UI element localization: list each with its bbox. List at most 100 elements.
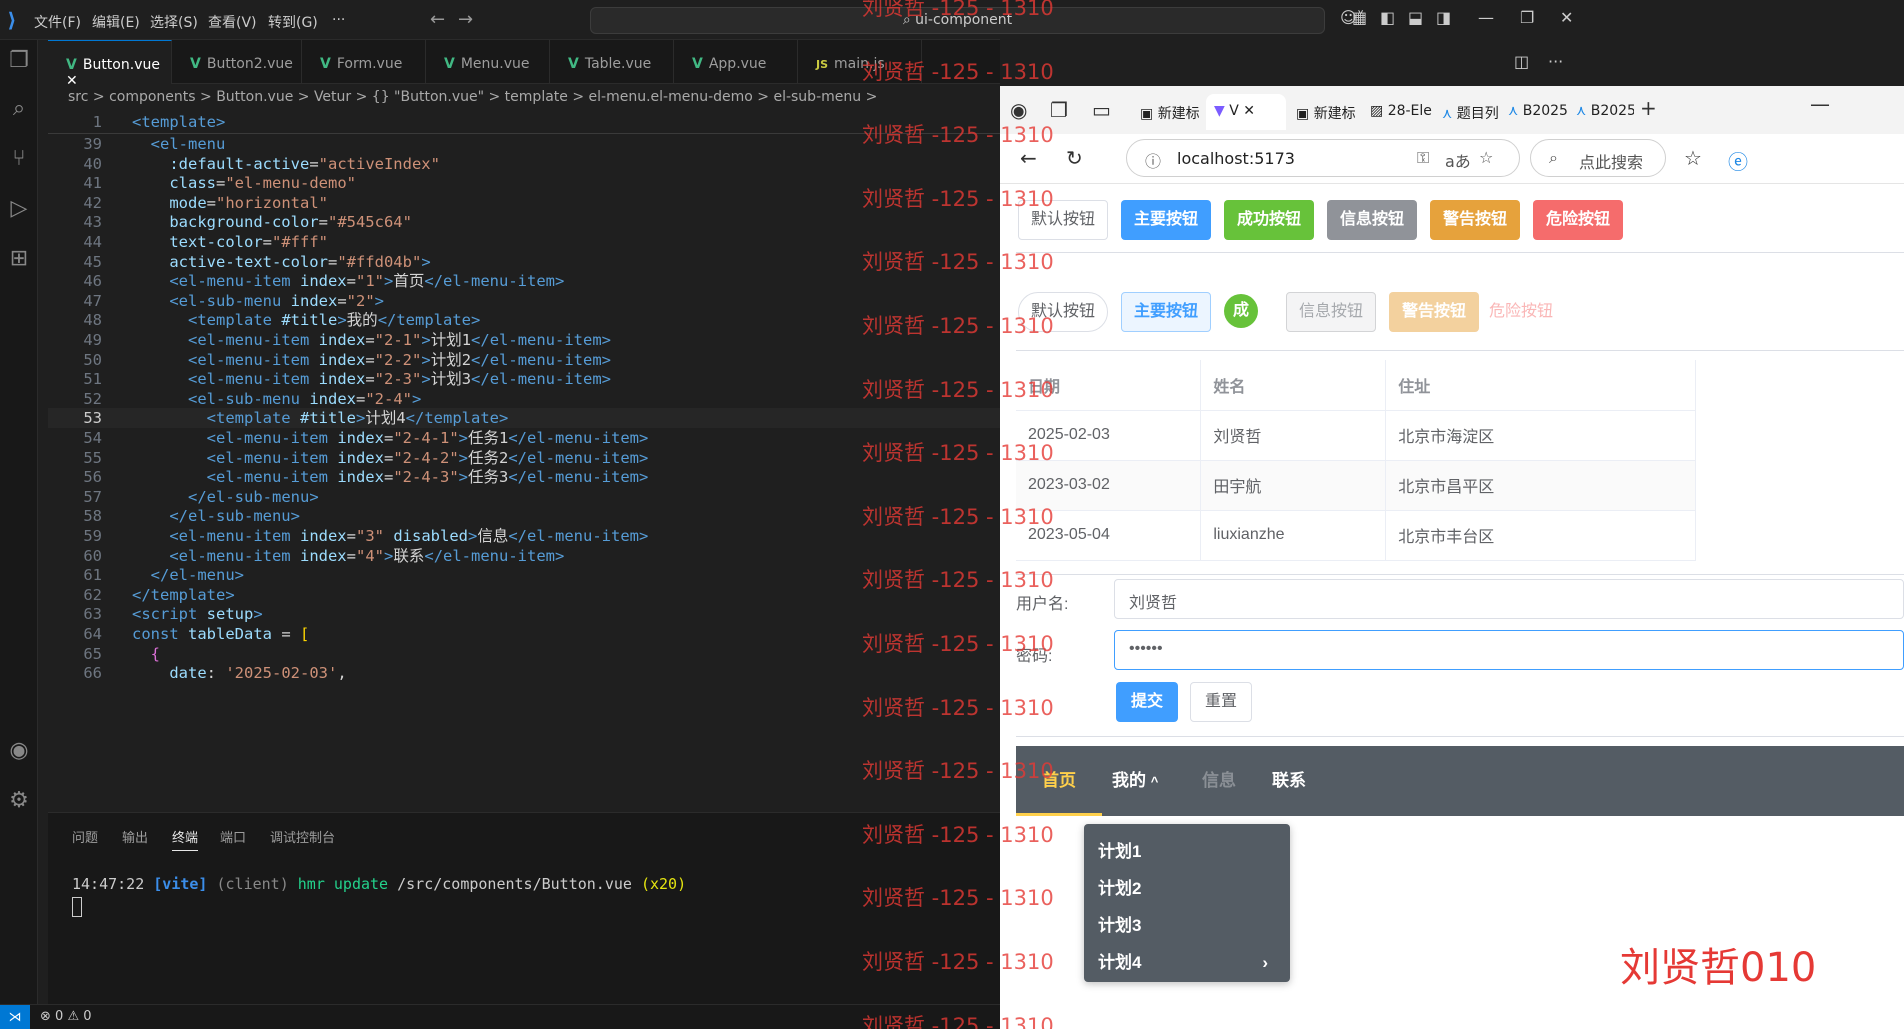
code-token: 信息 <box>477 527 509 545</box>
tab-app-vue[interactable]: V App.vue <box>674 40 798 84</box>
explorer-icon[interactable]: ❐ <box>4 46 34 76</box>
key-icon[interactable]: ⚿ <box>1417 148 1429 168</box>
code-token: <el-menu-item <box>206 468 338 487</box>
code-token: text-color <box>169 233 263 251</box>
reset-button[interactable]: 重置 <box>1190 682 1252 722</box>
panel-tab-debug-console[interactable]: 调试控制台 <box>270 827 335 846</box>
line-number: 52 <box>83 389 102 408</box>
tab-form-vue[interactable]: V Form.vue <box>302 40 426 84</box>
menu-item-contact[interactable]: 联系 <box>1246 746 1332 816</box>
browser-tab-5[interactable]: ⋏ 题目列 <box>1434 94 1500 130</box>
button-danger-text[interactable]: 危险按钮 <box>1476 292 1566 332</box>
menu-selection[interactable]: 选择(S) <box>150 12 198 32</box>
terminal-output[interactable]: 14:47:22 [vite] (client) hmr update /src… <box>72 875 686 893</box>
submenu-item-plan4[interactable]: 计划4 › <box>1084 941 1290 985</box>
password-input[interactable]: •••••• <box>1114 630 1904 670</box>
search-icon[interactable]: ⌕ <box>4 94 34 124</box>
code-token: > <box>467 527 478 545</box>
close-window-icon[interactable]: ✕ <box>1560 8 1573 27</box>
code-token: date <box>169 664 207 683</box>
button-success[interactable]: 成功按钮 <box>1224 200 1314 240</box>
remote-icon[interactable]: ⋊ <box>0 1005 30 1029</box>
toggle-secondary-sidebar-icon[interactable]: ◨ <box>1436 8 1451 27</box>
line-number: 60 <box>83 546 102 565</box>
code-editor[interactable]: 1 <template> 39 <el-menu 40 :default-activ… <box>48 110 1000 812</box>
button-info[interactable]: 信息按钮 <box>1327 200 1417 240</box>
username-input[interactable]: 刘贤哲 <box>1114 579 1904 619</box>
code-token: "4" <box>356 546 384 565</box>
close-tab-icon[interactable]: ✕ <box>1243 103 1255 119</box>
minimize-icon[interactable]: — <box>1478 8 1494 27</box>
menu-go[interactable]: 转到(G) <box>268 12 318 32</box>
code-token: index <box>318 370 366 389</box>
code-token: "#fff" <box>272 233 328 251</box>
favorites-icon[interactable]: ☆ <box>1684 146 1702 170</box>
url-input[interactable]: ⓘ localhost:5173 ⚿ aあ ☆ <box>1126 139 1520 177</box>
code-line: 49 <el-menu-item index="2-1">计划1</el-men… <box>48 330 1000 350</box>
warning-icon: ⚠ <box>67 1009 80 1024</box>
settings-gear-icon[interactable]: ⚙ <box>4 786 34 816</box>
browser-tab-6[interactable]: ⋏ B2025 <box>1500 94 1568 130</box>
browser-tab-4[interactable]: ▨ 28-Ele <box>1362 94 1432 130</box>
edge-copilot-icon[interactable]: ⓔ <box>1728 146 1748 175</box>
tab-button2-vue[interactable]: V Button2.vue <box>172 40 302 84</box>
favorite-star-icon[interactable]: ☆ <box>1479 148 1493 167</box>
menu-item-mine[interactable]: 我的 ^ <box>1086 746 1184 816</box>
menu-edit[interactable]: 编辑(E) <box>92 12 140 32</box>
tab-menu-vue[interactable]: V Menu.vue <box>426 40 550 84</box>
submit-button[interactable]: 提交 <box>1116 682 1178 722</box>
read-aloud-icon[interactable]: aあ <box>1445 148 1471 172</box>
account-icon[interactable]: ◉ <box>4 736 34 766</box>
code-token: </template> <box>377 311 481 330</box>
browser-tab-7[interactable]: ⋏ B2025 <box>1568 94 1634 130</box>
code-token: = <box>365 331 375 349</box>
panel-tab-terminal[interactable]: 终端 <box>172 827 199 851</box>
line-number: 46 <box>83 272 102 291</box>
toggle-panel-icon[interactable]: ⬓ <box>1408 8 1423 27</box>
browser-search-box[interactable]: ⌕ 点此搜索 <box>1530 139 1666 177</box>
button-danger[interactable]: 危险按钮 <box>1533 200 1623 240</box>
code-token: "2-4-1" <box>393 429 459 447</box>
code-token: = <box>356 389 366 408</box>
toggle-sidebar-icon[interactable]: ◧ <box>1380 8 1395 27</box>
code-line: 43 background-color="#545c64" <box>48 212 1000 232</box>
layout-customize-icon[interactable]: ▦ <box>1352 8 1367 27</box>
menu-more[interactable]: ··· <box>332 12 345 28</box>
extensions-icon[interactable]: ⊞ <box>4 244 34 274</box>
more-actions-icon[interactable]: ··· <box>1548 52 1563 71</box>
tab-actions-icon[interactable]: ▭ <box>1092 98 1111 122</box>
panel-tab-output[interactable]: 输出 <box>122 827 148 846</box>
breadcrumb[interactable]: src > components > Button.vue > Vetur > … <box>48 86 1000 108</box>
code-line: 46 <el-menu-item index="1">首页</el-menu-i… <box>48 271 1000 291</box>
button-primary-plain[interactable]: 主要按钮 <box>1121 292 1211 332</box>
info-icon: ⓘ <box>1145 152 1162 171</box>
panel-tab-ports[interactable]: 端口 <box>220 827 246 846</box>
browser-tab-3[interactable]: ▣ 新建标 <box>1288 94 1360 130</box>
menu-file[interactable]: 文件(F) <box>34 12 81 32</box>
minimize-icon[interactable]: — <box>1810 92 1830 116</box>
source-control-icon[interactable]: ⑂ <box>4 144 34 174</box>
new-tab-button[interactable]: + <box>1640 96 1657 120</box>
tab-button-vue[interactable]: V Button.vue ✕ <box>48 40 172 89</box>
tab-table-vue[interactable]: V Table.vue <box>550 40 674 84</box>
panel-tab-problems[interactable]: 问题 <box>72 827 98 846</box>
code-token: <el-menu-item <box>188 331 319 349</box>
refresh-icon[interactable]: ↻ <box>1066 146 1083 170</box>
watermark-text: 刘贤哲 -125 - 1310 <box>862 250 1054 275</box>
back-icon[interactable]: ← <box>1020 146 1037 170</box>
button-primary[interactable]: 主要按钮 <box>1121 200 1211 240</box>
button-warning[interactable]: 警告按钮 <box>1430 200 1520 240</box>
run-debug-icon[interactable]: ▷ <box>4 194 34 224</box>
forward-arrow-icon[interactable]: → <box>458 9 473 30</box>
problems-status[interactable]: ⊗ 0 ⚠ 0 <box>40 1009 92 1024</box>
back-arrow-icon[interactable]: ← <box>430 9 445 30</box>
split-editor-icon[interactable]: ◫ <box>1514 52 1529 71</box>
line-number: 49 <box>83 331 102 349</box>
button-success-circle[interactable]: 成 <box>1224 294 1258 328</box>
restore-icon[interactable]: ❐ <box>1520 8 1534 27</box>
menu-view[interactable]: 查看(V) <box>208 12 257 32</box>
browser-tab-1[interactable]: ▣ 新建标 <box>1132 94 1204 130</box>
browser-tab-2-active[interactable]: ▼ V ✕ <box>1206 94 1286 130</box>
